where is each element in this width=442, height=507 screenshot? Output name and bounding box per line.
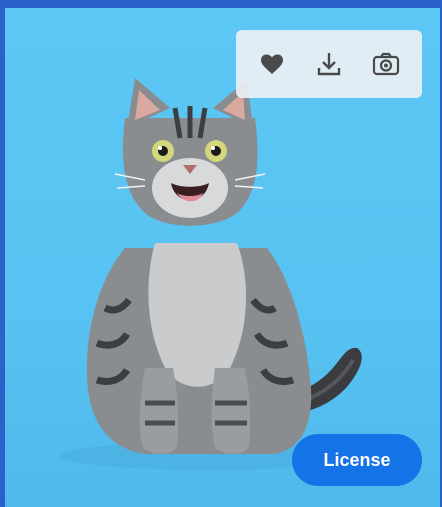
find-similar-button[interactable] [366,44,406,84]
like-button[interactable] [252,44,292,84]
license-button[interactable]: License [292,434,422,486]
image-action-bar [236,30,422,98]
download-icon [317,53,341,76]
download-button[interactable] [309,44,349,84]
stock-image-card: License [0,0,442,507]
camera-icon [372,52,399,76]
heart-icon [261,54,284,74]
